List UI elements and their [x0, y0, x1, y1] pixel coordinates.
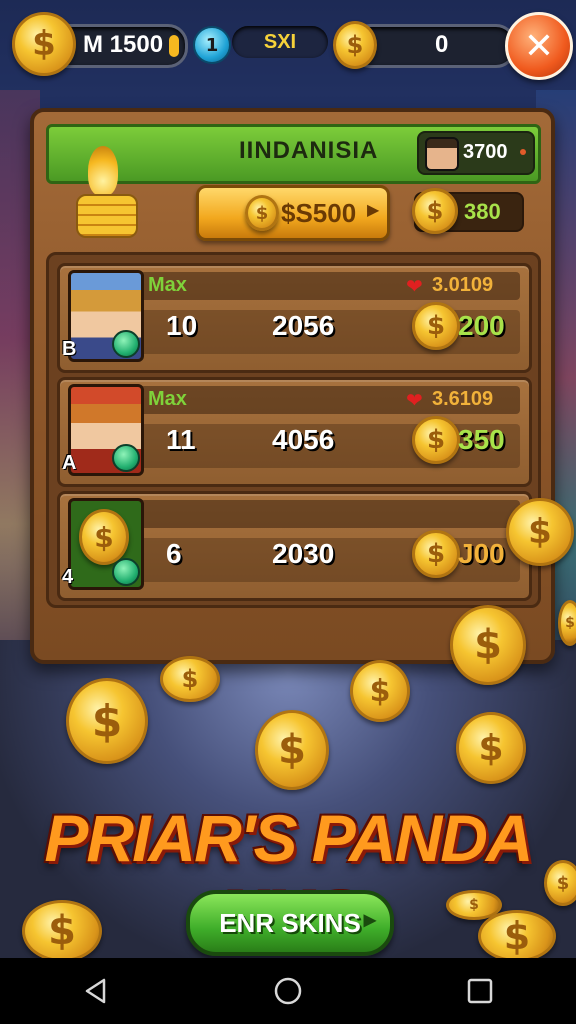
enter-skins-label: ENR SKINS: [219, 907, 361, 938]
coin-icon: $: [160, 656, 220, 702]
back-icon: [85, 978, 106, 1004]
coin-icon: $: [506, 498, 574, 566]
player-reward: J00: [458, 538, 505, 569]
list-item[interactable]: B Max ❤ 3.0109 10 2056 $ 200: [57, 263, 532, 373]
close-icon: ✕: [523, 25, 555, 67]
coin-icon: $: [66, 678, 148, 764]
coin-icon: $: [412, 302, 460, 350]
player-level: 6: [166, 538, 182, 569]
gold-button-label: $S500: [281, 198, 357, 228]
top-hud: M 1500 $ 1 SXI 0 $ ✕: [0, 0, 576, 90]
arrow-right-icon: ▶: [367, 200, 380, 219]
list-item[interactable]: $ 4 6 2030 $ J00: [57, 491, 532, 601]
gold-purchase-button[interactable]: $ $S500 ▶: [196, 185, 390, 241]
home-button[interactable]: [268, 971, 308, 1011]
player-score: 2056: [272, 310, 335, 341]
rank-letter: A: [62, 452, 77, 474]
coin-icon: $: [245, 195, 279, 231]
mid-counter: SXI: [232, 26, 328, 58]
recents-icon: [467, 978, 493, 1004]
leaderboard-panel: IINDANISIA 3700 $ $S500 ▶ 380 $ B Max ❤ …: [30, 108, 555, 664]
player-name: Max: [148, 388, 187, 410]
coin-icon: $: [79, 509, 129, 565]
coin-icon: $: [12, 12, 76, 76]
coin-icon: $: [333, 21, 377, 69]
leaderboard-list: B Max ❤ 3.0109 10 2056 $ 200 A Max ❤ 3.6…: [46, 252, 541, 608]
coin-icon: $: [558, 600, 576, 646]
trophy-icon: [68, 146, 138, 238]
coin-stack-icon: [76, 194, 138, 238]
badge-icon: [112, 444, 140, 472]
player-level: 11: [166, 424, 196, 455]
gem-count: 1: [205, 34, 219, 56]
row-top-value: 3.0109: [432, 274, 494, 296]
rank-letter: B: [62, 338, 77, 360]
recents-button[interactable]: [460, 971, 500, 1011]
heart-icon: ❤: [406, 388, 423, 412]
panel-title: IINDANISIA: [239, 137, 379, 164]
row-header-band: [140, 500, 520, 528]
player-reward: 350: [458, 424, 505, 455]
enter-skins-button[interactable]: ENR SKINS ▶: [186, 890, 394, 956]
mid-value: SXI: [263, 30, 297, 53]
flame-icon: [88, 146, 118, 196]
player-score: 2030: [272, 538, 335, 569]
player-name: Max: [148, 274, 187, 296]
player-value: 3700: [463, 141, 508, 163]
player-avatar: [425, 137, 459, 171]
home-icon: [274, 977, 302, 1005]
coin-icon: $: [456, 712, 526, 784]
money-edge-icon: [169, 35, 179, 57]
player-level: 10: [166, 310, 198, 341]
rank-letter: 4: [62, 566, 74, 588]
close-button[interactable]: ✕: [505, 12, 573, 80]
arrow-right-icon: ▶: [363, 912, 376, 929]
money-value: M 1500: [83, 31, 164, 58]
heart-icon: ❤: [406, 274, 423, 298]
coin-icon: $: [450, 605, 526, 685]
coin-icon: $: [255, 710, 329, 790]
coin-icon: $: [412, 530, 460, 578]
badge-icon: [112, 330, 140, 358]
player-reward: 200: [458, 310, 505, 341]
list-item[interactable]: A Max ❤ 3.6109 11 4056 $ 350: [57, 377, 532, 487]
system-navigation-bar: [0, 958, 576, 1024]
status-dot: [520, 149, 526, 155]
player-chip[interactable]: 3700: [417, 131, 535, 175]
player-score: 4056: [272, 424, 335, 455]
coin-icon: $: [412, 416, 460, 464]
coin-icon: $: [412, 188, 458, 234]
row-top-value: 3.6109: [432, 388, 494, 410]
badge-icon: [112, 558, 140, 586]
back-button[interactable]: [76, 971, 116, 1011]
coins-value: 0: [435, 31, 449, 58]
gem-icon[interactable]: 1: [193, 26, 231, 64]
panel-coin-value: 380: [464, 199, 501, 224]
coin-icon: $: [350, 660, 410, 722]
